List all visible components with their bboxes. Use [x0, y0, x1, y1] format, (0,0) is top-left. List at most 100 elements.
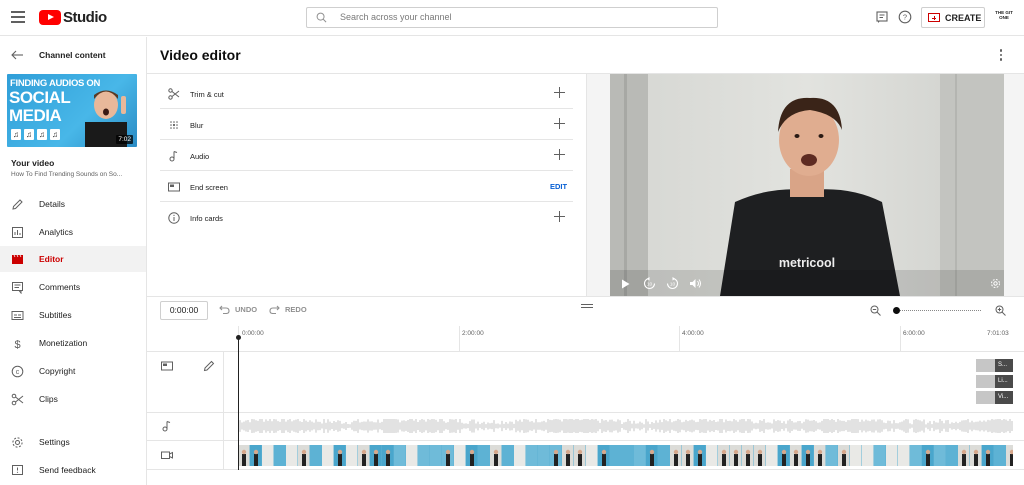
music-note-icon: ♫ — [11, 129, 21, 140]
sidebar-item-send-feedback[interactable]: Send feedback — [0, 457, 146, 483]
sidebar: Channel content FINDING AUDIOS ON SOCIAL… — [0, 37, 147, 485]
settings-gear-icon[interactable] — [990, 278, 1001, 289]
tick-line — [900, 326, 901, 351]
add-blur-button[interactable] — [554, 118, 565, 129]
end-screen-element[interactable]: Li... — [976, 375, 1013, 388]
sidebar-item-label: Subtitles — [39, 310, 72, 320]
playhead-handle[interactable] — [236, 335, 241, 340]
undo-button[interactable]: UNDO — [219, 305, 257, 314]
sidebar-item-subtitles[interactable]: Subtitles — [0, 302, 146, 328]
timeline-divider — [147, 351, 1024, 352]
music-note-icon — [169, 151, 178, 162]
end-screen-element-label: S... — [995, 359, 1013, 372]
create-button[interactable]: CREATE — [921, 7, 985, 28]
back-arrow-icon[interactable] — [11, 50, 24, 60]
tick-label: 4:00:00 — [682, 330, 704, 337]
menu-icon[interactable] — [11, 11, 25, 23]
feedback-icon[interactable] — [875, 10, 889, 24]
more-options-icon[interactable] — [999, 49, 1003, 61]
sidebar-item-details[interactable]: Details — [0, 191, 146, 217]
analytics-icon — [12, 226, 23, 238]
sidebar-item-label: Send feedback — [39, 465, 96, 475]
add-audio-button[interactable] — [554, 149, 565, 160]
feedback-icon — [12, 464, 23, 475]
sidebar-item-comments[interactable]: Comments — [0, 274, 146, 300]
volume-icon[interactable] — [689, 278, 702, 289]
option-audio[interactable]: Audio — [160, 140, 573, 171]
search-icon — [316, 12, 327, 23]
video-thumbnail[interactable]: FINDING AUDIOS ON SOCIAL MEDIA ♫ ♫ ♫ ♫ 7… — [7, 74, 137, 147]
info-icon — [168, 212, 180, 224]
video-filmstrip[interactable] — [238, 445, 1013, 466]
video-controls: 10 10 — [610, 272, 1004, 296]
option-label: Blur — [190, 121, 204, 130]
playhead[interactable] — [238, 337, 239, 470]
timecode-input[interactable]: 0:00:00 — [160, 301, 208, 320]
avatar[interactable]: THE GIT ONE — [994, 7, 1014, 29]
search-placeholder: Search across your channel — [340, 12, 452, 22]
comments-icon — [12, 281, 23, 294]
option-end-screen[interactable]: End screen EDIT — [160, 171, 573, 202]
sidebar-item-analytics[interactable]: Analytics — [0, 219, 146, 245]
track-header-divider — [223, 352, 224, 470]
sidebar-item-clips[interactable]: Clips — [0, 386, 146, 412]
option-blur[interactable]: Blur — [160, 109, 573, 140]
end-screen-element[interactable]: S... — [976, 359, 1013, 372]
shirt-text: metricool — [779, 256, 835, 270]
pencil-icon — [12, 198, 23, 210]
zoom-slider-handle[interactable] — [893, 307, 900, 314]
play-icon[interactable] — [621, 279, 630, 289]
track-divider — [147, 469, 1024, 470]
music-note-icon: ♫ — [24, 129, 34, 140]
search-input[interactable]: Search across your channel — [306, 7, 718, 28]
redo-icon — [269, 305, 280, 314]
zoom-slider-track[interactable] — [896, 310, 981, 311]
sidebar-item-settings[interactable]: Settings — [0, 429, 146, 455]
tick-line — [459, 326, 460, 351]
thumbnail-line2: SOCIAL — [9, 88, 71, 107]
sidebar-item-label: Analytics — [39, 227, 74, 237]
option-label: Info cards — [190, 214, 223, 223]
option-trim-cut[interactable]: Trim & cut — [160, 78, 573, 109]
edit-pencil-icon[interactable] — [203, 360, 215, 372]
rewind-10-icon[interactable]: 10 — [643, 277, 656, 290]
sidebar-item-label: Comments — [39, 282, 81, 292]
video-frame-image: metricool — [610, 74, 1004, 296]
audio-waveform[interactable] — [238, 419, 1013, 433]
youtube-logo-icon — [39, 10, 61, 25]
sidebar-item-monetization[interactable]: $ Monetization — [0, 330, 146, 356]
forward-10-icon[interactable]: 10 — [666, 277, 679, 290]
tick-label: 7:01:03 — [987, 330, 1009, 337]
page-title: Video editor — [160, 47, 241, 63]
undo-label: UNDO — [235, 305, 258, 314]
zoom-out-icon[interactable] — [870, 305, 881, 316]
add-trim-button[interactable] — [554, 87, 565, 98]
editor-icon — [12, 254, 23, 264]
zoom-in-icon[interactable] — [995, 305, 1006, 316]
video-title: How To Find Trending Sounds on So... — [11, 171, 123, 178]
tick-label: 0:00:00 — [242, 330, 264, 337]
redo-button[interactable]: REDO — [269, 305, 307, 314]
video-preview[interactable]: metricool — [610, 74, 1004, 296]
end-screen-element-label: Vi... — [995, 391, 1013, 404]
redo-label: REDO — [285, 305, 307, 314]
edit-end-screen-button[interactable]: EDIT — [550, 182, 567, 191]
thumbnail-line3: MEDIA — [9, 106, 62, 125]
help-icon[interactable]: ? — [898, 10, 912, 24]
youtube-studio-logo[interactable]: Studio — [39, 9, 107, 26]
option-label: Trim & cut — [190, 90, 224, 99]
panel-divider — [147, 296, 1024, 297]
sidebar-item-copyright[interactable]: c Copyright — [0, 358, 146, 384]
track-divider — [147, 412, 1024, 413]
svg-text:10: 10 — [647, 282, 653, 288]
resize-handle-icon[interactable] — [581, 304, 593, 308]
tick-line — [679, 326, 680, 351]
add-info-card-button[interactable] — [554, 211, 565, 222]
option-info-cards[interactable]: Info cards — [160, 202, 573, 233]
sidebar-item-editor[interactable]: Editor — [0, 246, 146, 272]
video-track-icon — [161, 451, 173, 459]
end-screen-element[interactable]: Vi... — [976, 391, 1013, 404]
channel-content-link[interactable]: Channel content — [39, 50, 106, 60]
svg-text:c: c — [16, 369, 20, 376]
sidebar-item-label: Clips — [39, 394, 58, 404]
